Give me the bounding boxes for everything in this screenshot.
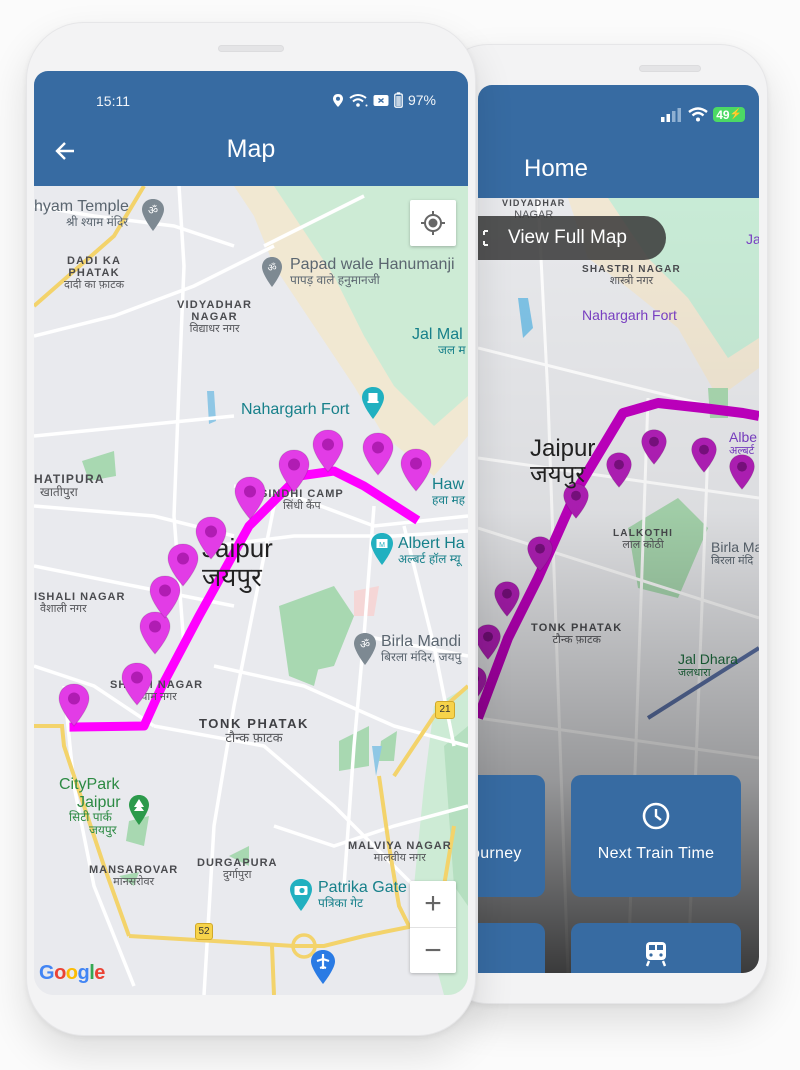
station-marker-icon[interactable] bbox=[277, 449, 311, 493]
label-lalkothi: LALKOTHI लाल कोठी bbox=[613, 528, 674, 551]
google-logo: Google bbox=[39, 962, 105, 984]
label-patrika-gate: Patrika Gate पत्रिका गेट bbox=[318, 879, 407, 910]
station-marker-icon[interactable] bbox=[728, 453, 756, 491]
home-phone-frame: VIDYADHAR NAGAR SHASTRI NAGAR शास्त्री नगर… bbox=[440, 44, 768, 1004]
battery-icon bbox=[394, 92, 403, 108]
train-icon bbox=[645, 942, 667, 967]
label-jal-mahal: Jal Mal जल म bbox=[412, 326, 466, 357]
tile-next-train-time[interactable]: Next Train Time bbox=[571, 775, 741, 897]
highway-21-shield: 21 bbox=[435, 701, 455, 719]
label-ja: Ja bbox=[746, 231, 759, 247]
temple-pin-icon: ॐ bbox=[142, 199, 164, 231]
battery-percent: 97% bbox=[407, 92, 436, 108]
map-screen: 15:11 97% Map hyam Temple श्री श्याम मंद… bbox=[34, 71, 468, 995]
label-tonk-phatak: TONK PHATAK टौन्क फ़ाटक bbox=[199, 716, 310, 746]
view-full-map-button[interactable]: View Full Map bbox=[478, 216, 666, 260]
no-sim-icon bbox=[373, 94, 389, 106]
tile-nearest-metro-station[interactable]: Nearest Metro Station bbox=[571, 923, 741, 973]
label-nahargarh-fort: Nahargarh Fort bbox=[241, 401, 350, 418]
fort-pin-icon bbox=[362, 387, 384, 419]
museum-pin-icon: M bbox=[371, 533, 393, 565]
station-marker-icon[interactable] bbox=[478, 623, 502, 661]
station-marker-icon[interactable] bbox=[233, 476, 267, 520]
battery-indicator: 49 ⚡ bbox=[713, 107, 745, 122]
airport-pin-icon bbox=[311, 950, 335, 984]
svg-text:M: M bbox=[379, 542, 385, 549]
camera-pin-icon bbox=[290, 879, 312, 911]
label-citypark-jaipur: CityPark Jaipur सिटी पार्क जयपुर bbox=[59, 776, 121, 838]
station-marker-icon[interactable] bbox=[690, 436, 718, 474]
park-pin-icon bbox=[129, 795, 149, 825]
station-marker-icon[interactable] bbox=[120, 662, 154, 706]
temple-pin-icon: ॐ bbox=[262, 257, 282, 287]
label-mansarovar: MANSAROVAR मानसरोवर bbox=[89, 864, 179, 889]
label-birla: Birla Ma बिरला मंदि bbox=[711, 539, 759, 568]
station-marker-icon[interactable] bbox=[605, 451, 633, 489]
label-papad-wale-hanumanji: Papad wale Hanumanji पापड़ वाले हनुमानजी bbox=[290, 256, 455, 287]
home-app-bar: 49 ⚡ Home bbox=[478, 85, 759, 198]
location-icon bbox=[332, 93, 343, 107]
svg-text:ॐ: ॐ bbox=[360, 638, 370, 651]
stage: VIDYADHAR NAGAR SHASTRI NAGAR शास्त्री नगर… bbox=[0, 0, 800, 1070]
earpiece-speaker bbox=[639, 65, 701, 72]
zoom-controls: + − bbox=[410, 881, 456, 973]
label-albert: Albe अल्बर्ट bbox=[729, 429, 758, 458]
station-marker-icon[interactable] bbox=[311, 429, 345, 473]
label-khatipura: HATIPURA खातीपुरा bbox=[34, 472, 105, 500]
zoom-out-button[interactable]: − bbox=[410, 927, 456, 973]
station-marker-icon[interactable] bbox=[640, 428, 668, 466]
station-marker-icon[interactable] bbox=[493, 580, 521, 618]
label-vidyadhar-nagar: VIDYADHAR NAGAR विद्याधर नगर bbox=[177, 299, 253, 336]
fullscreen-icon bbox=[483, 230, 488, 246]
route-map[interactable]: hyam Temple श्री श्याम मंदिर ॐ DADI KA PHA… bbox=[34, 186, 468, 995]
station-marker-icon[interactable] bbox=[399, 448, 433, 492]
label-malviya-nagar: MALVIYA NAGAR मालवीय नगर bbox=[348, 840, 452, 865]
label-shastri-nagar: SHASTRI NAGAR शास्त्री नगर bbox=[582, 264, 681, 287]
station-marker-icon[interactable] bbox=[194, 516, 228, 560]
label-jaipur: Jaipur जयपुर bbox=[530, 435, 596, 489]
wifi-icon bbox=[349, 93, 368, 107]
home-title: Home bbox=[524, 155, 589, 182]
home-screen: VIDYADHAR NAGAR SHASTRI NAGAR शास्त्री नगर… bbox=[478, 85, 759, 973]
status-time: 15:11 bbox=[96, 93, 130, 109]
status-icons: 97% bbox=[332, 92, 436, 108]
label-durgapura: DURGAPURA दुर्गापुरा bbox=[197, 857, 278, 882]
station-marker-icon[interactable] bbox=[526, 535, 554, 573]
view-full-map-label: View Full Map bbox=[508, 227, 627, 248]
station-marker-icon[interactable] bbox=[478, 665, 488, 703]
station-marker-icon[interactable] bbox=[57, 683, 91, 727]
temple-pin-icon: ॐ bbox=[354, 633, 376, 665]
map-app-bar: 15:11 97% Map bbox=[34, 71, 468, 186]
label-birla-mandir: Birla Mandi बिरला मंदिर, जयपु bbox=[381, 633, 462, 664]
zoom-in-button[interactable]: + bbox=[410, 881, 456, 927]
cellular-signal-icon bbox=[661, 107, 682, 122]
label-shyam-temple: hyam Temple श्री श्याम मंदिर bbox=[34, 198, 129, 229]
label-vaishali-nagar: ISHALI NAGAR वैशाली नगर bbox=[34, 591, 126, 616]
earpiece-speaker bbox=[218, 45, 284, 52]
tile-plan-journey-label: ourney bbox=[478, 845, 522, 862]
clock-icon bbox=[642, 802, 670, 830]
label-nahargarh: Nahargarh Fort bbox=[582, 307, 677, 323]
page-title: Map bbox=[226, 135, 276, 163]
wifi-icon bbox=[688, 107, 708, 122]
map-phone-frame: 15:11 97% Map hyam Temple श्री श्याम मंद… bbox=[26, 22, 476, 1036]
tile-plan-route[interactable]: ute bbox=[478, 923, 545, 973]
svg-text:ॐ: ॐ bbox=[267, 262, 276, 274]
label-tonk-phatak: TONK PHATAK टौन्क फ़ाटक bbox=[531, 622, 623, 647]
home-map[interactable]: VIDYADHAR NAGAR SHASTRI NAGAR शास्त्री नगर… bbox=[478, 198, 759, 973]
crosshair-icon bbox=[421, 211, 445, 235]
label-hawa-mahal: Haw हवा मह bbox=[432, 476, 466, 507]
home-status-icons: 49 ⚡ bbox=[661, 107, 745, 122]
my-location-button[interactable] bbox=[410, 200, 456, 246]
highway-52-shield: 52 bbox=[195, 923, 213, 940]
tile-next-train-time-label: Next Train Time bbox=[597, 845, 715, 862]
label-albert-hall: Albert Ha अल्बर्ट हॉल म्यू bbox=[398, 535, 465, 566]
station-marker-icon[interactable] bbox=[361, 432, 395, 476]
svg-text:ॐ: ॐ bbox=[148, 204, 158, 217]
tile-plan-journey[interactable]: ourney bbox=[478, 775, 545, 897]
label-dadi-ka-phatak: DADI KA PHATAK दादी का फ़ाटक bbox=[64, 255, 125, 292]
label-jal-dhara: Jal Dhara जलधारा bbox=[678, 651, 738, 680]
